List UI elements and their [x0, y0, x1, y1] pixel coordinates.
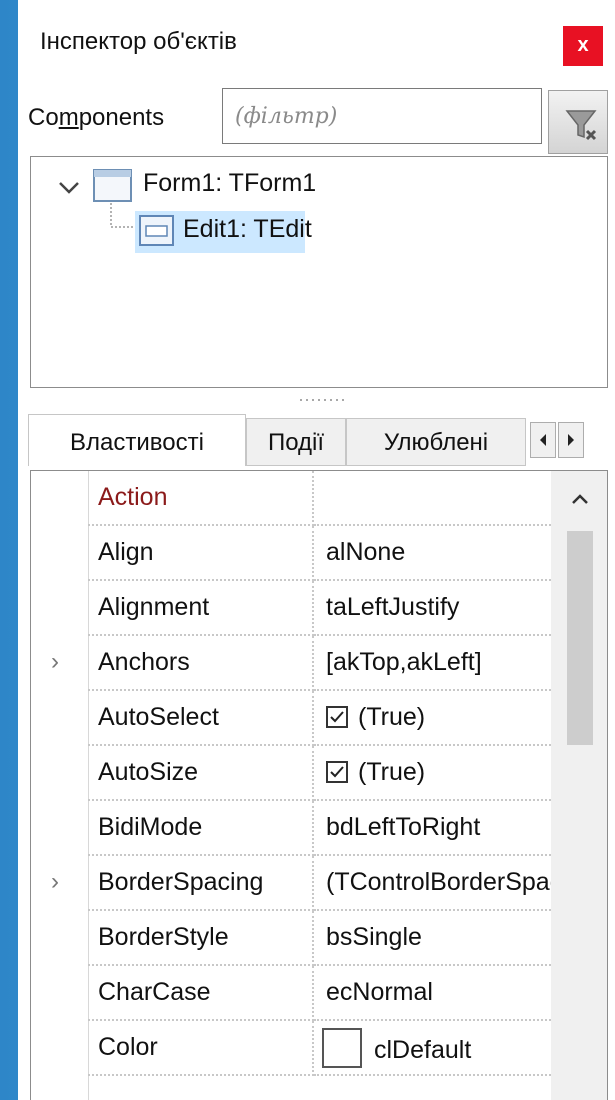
chevron-down-icon[interactable] — [57, 179, 81, 197]
property-grid-scrollbar[interactable] — [551, 471, 607, 1100]
components-label: Components — [28, 104, 164, 132]
property-row-align[interactable]: Align alNone — [31, 526, 551, 581]
filter-input[interactable] — [222, 88, 542, 144]
checkbox-checked[interactable] — [326, 761, 348, 783]
property-value-text: (True) — [358, 758, 426, 786]
scroll-thumb[interactable] — [567, 531, 593, 745]
title-bar[interactable]: Інспектор об'єктів x — [18, 0, 615, 88]
property-value[interactable] — [314, 471, 551, 526]
chevron-up-icon — [572, 494, 588, 504]
property-name: Action — [88, 471, 314, 526]
property-name: CharCase — [88, 966, 314, 1021]
property-value-text: clDefault — [374, 1036, 472, 1064]
checkmark-icon — [330, 766, 344, 778]
property-name: Align — [88, 526, 314, 581]
clear-filter-button[interactable] — [548, 90, 608, 154]
tab-scroll-left-button[interactable] — [530, 422, 556, 458]
property-row-charcase[interactable]: CharCase ecNormal — [31, 966, 551, 1021]
property-row-color[interactable]: Color clDefault — [31, 1021, 551, 1076]
property-row-autosize[interactable]: AutoSize (True) — [31, 746, 551, 801]
property-value[interactable]: clDefault — [314, 1021, 551, 1076]
property-name: BorderSpacing — [88, 856, 314, 911]
property-name: AutoSelect — [88, 691, 314, 746]
tab-events[interactable]: Події — [246, 418, 346, 466]
expand-chevron-icon[interactable]: › — [51, 868, 59, 896]
tree-node-edit1[interactable]: Edit1: TEdit — [183, 215, 312, 244]
form-icon — [93, 169, 132, 202]
tab-properties[interactable]: Властивості — [28, 414, 246, 466]
property-name: Color — [88, 1021, 314, 1076]
property-name: Anchors — [88, 636, 314, 691]
object-inspector-window: Інспектор об'єктів x Components Form1: T… — [18, 0, 615, 1100]
tab-favorites[interactable]: Улюблені — [346, 418, 526, 466]
property-name: AutoSize — [88, 746, 314, 801]
property-value[interactable]: taLeftJustify — [314, 581, 551, 636]
property-value[interactable]: bsSingle — [314, 911, 551, 966]
arrow-right-icon — [568, 434, 574, 446]
edit-control-icon — [139, 215, 174, 246]
arrow-left-icon — [540, 434, 546, 446]
property-value[interactable]: bdLeftToRight — [314, 801, 551, 856]
filter-clear-icon — [565, 110, 597, 141]
property-value[interactable]: (True) — [314, 691, 551, 746]
components-label-part2: ponents — [78, 104, 165, 131]
checkbox-checked[interactable] — [326, 706, 348, 728]
color-swatch — [322, 1028, 362, 1068]
components-label-accelerator: m — [58, 104, 79, 131]
property-value[interactable]: (TControlBorderSpacing) — [314, 856, 551, 911]
property-row-anchors[interactable]: › Anchors [akTop,akLeft] — [31, 636, 551, 691]
close-button[interactable]: x — [563, 26, 603, 66]
tab-scroll-right-button[interactable] — [558, 422, 584, 458]
component-tree[interactable]: Form1: TForm1 Edit1: TEdit — [30, 156, 608, 388]
property-value[interactable]: [akTop,akLeft] — [314, 636, 551, 691]
components-label-part1: Co — [28, 104, 59, 131]
scroll-up-button[interactable] — [551, 471, 607, 527]
inspector-tabs: Події Улюблені Властивості — [28, 414, 608, 466]
property-value[interactable]: ecNormal — [314, 966, 551, 1021]
property-row-autoselect[interactable]: AutoSelect (True) — [31, 691, 551, 746]
property-value[interactable]: alNone — [314, 526, 551, 581]
window-title: Інспектор об'єктів — [40, 28, 237, 55]
expand-chevron-icon[interactable]: › — [51, 648, 59, 676]
property-value[interactable]: (True) — [314, 746, 551, 801]
property-value-text: (True) — [358, 703, 426, 731]
property-row-borderspacing[interactable]: › BorderSpacing (TControlBorderSpacing) — [31, 856, 551, 911]
splitter-grip[interactable] — [298, 396, 358, 404]
property-name: BorderStyle — [88, 911, 314, 966]
property-grid: Action Align alNone Alignment taLeftJust… — [30, 470, 608, 1100]
tree-node-form1[interactable]: Form1: TForm1 — [143, 169, 316, 198]
property-row-bidimode[interactable]: BidiMode bdLeftToRight — [31, 801, 551, 856]
property-row-action[interactable]: Action — [31, 471, 551, 526]
property-row-alignment[interactable]: Alignment taLeftJustify — [31, 581, 551, 636]
property-name: Alignment — [88, 581, 314, 636]
property-name: BidiMode — [88, 801, 314, 856]
property-row-borderstyle[interactable]: BorderStyle bsSingle — [31, 911, 551, 966]
checkmark-icon — [330, 711, 344, 723]
